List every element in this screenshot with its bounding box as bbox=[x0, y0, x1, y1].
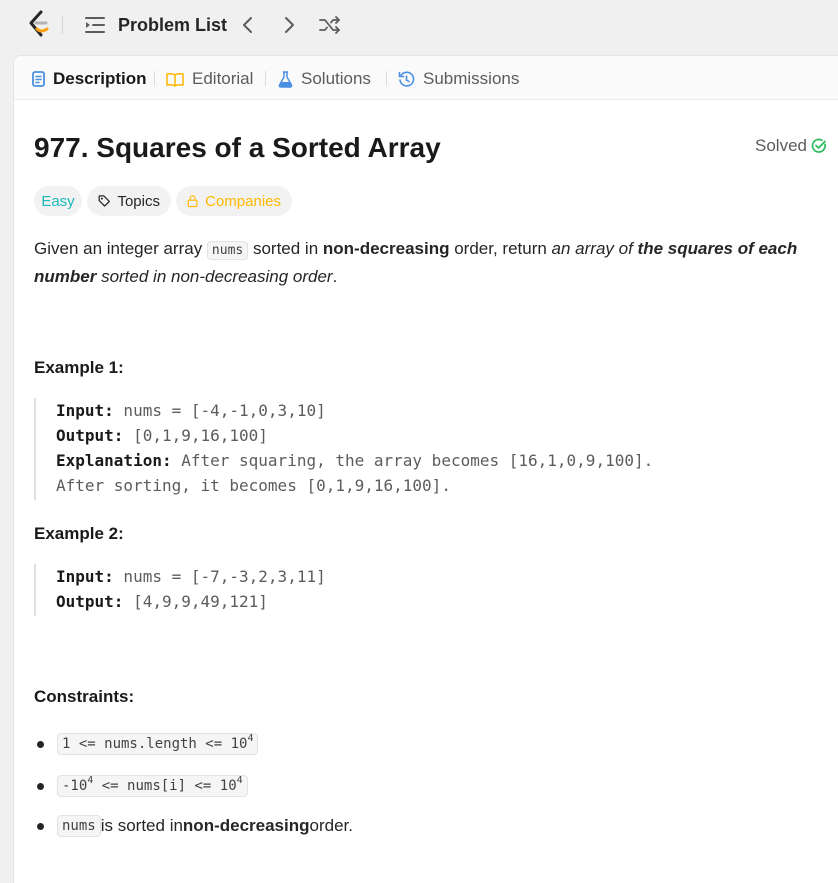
tab-solutions[interactable]: Solutions bbox=[278, 68, 371, 90]
constraints-heading: Constraints: bbox=[34, 687, 135, 706]
topics-label: Topics bbox=[117, 192, 160, 210]
tab-bar: Description Editorial Solutions Submissi… bbox=[14, 56, 838, 100]
bullet-dot bbox=[37, 740, 44, 748]
history-icon bbox=[398, 71, 415, 87]
topics-button[interactable]: Topics bbox=[87, 186, 171, 216]
lock-icon bbox=[187, 195, 198, 208]
constraint-item: nums is sorted in non-decreasing order. bbox=[34, 814, 353, 838]
output-value: [4,9,9,49,121] bbox=[123, 592, 268, 611]
bold-text: non-decreasing bbox=[322, 239, 450, 258]
input-value: nums = [-7,-3,2,3,11] bbox=[113, 567, 326, 586]
output-label: Output: bbox=[56, 592, 124, 611]
explanation-text: After squaring, the array becomes [16,1,… bbox=[171, 451, 654, 470]
book-icon bbox=[166, 72, 184, 87]
companies-button[interactable]: Companies bbox=[176, 186, 292, 216]
shuffle-icon[interactable] bbox=[318, 14, 342, 36]
list-icon[interactable] bbox=[84, 15, 106, 35]
text: is sorted in bbox=[100, 816, 183, 835]
chevron-right-icon[interactable] bbox=[279, 13, 299, 37]
text: sorted in bbox=[248, 239, 323, 258]
problem-title[interactable]: 977. Squares of a Sorted Array bbox=[34, 132, 441, 164]
superscript: 4 bbox=[236, 775, 243, 786]
text: order. bbox=[309, 816, 353, 835]
output-label: Output: bbox=[56, 426, 124, 445]
input-label: Input: bbox=[56, 567, 114, 586]
difficulty-badge: Easy bbox=[34, 186, 82, 216]
explanation-label: Explanation: bbox=[56, 451, 172, 470]
example-1-block: Input: nums = [-4,-1,0,3,10] Output: [0,… bbox=[34, 398, 814, 500]
flask-icon bbox=[278, 70, 293, 88]
logo-icon[interactable] bbox=[26, 10, 52, 38]
tab-label: Editorial bbox=[192, 69, 254, 88]
example-2-heading: Example 2: bbox=[34, 524, 124, 543]
code-text: <= nums[i] <= 10 bbox=[93, 778, 237, 794]
nav-divider bbox=[62, 16, 63, 34]
bullet-dot bbox=[37, 782, 44, 790]
tab-separator bbox=[265, 71, 266, 86]
tab-separator bbox=[154, 71, 155, 86]
example-2-block: Input: nums = [-7,-3,2,3,11] Output: [4,… bbox=[34, 564, 814, 616]
inline-code: nums bbox=[206, 241, 249, 260]
italic-text: an array of bbox=[551, 239, 638, 258]
italic-text: sorted in non-decreasing order bbox=[96, 267, 333, 286]
code-text: -10 bbox=[62, 778, 88, 794]
constraint-item: 1 <= nums.length <= 104 bbox=[34, 732, 259, 756]
bold-text: non-decreasing bbox=[182, 816, 310, 835]
text: . bbox=[332, 267, 338, 286]
tab-editorial[interactable]: Editorial bbox=[166, 68, 253, 90]
solved-label: Solved bbox=[755, 136, 807, 155]
text: Given an integer array bbox=[34, 239, 207, 258]
text: order, return bbox=[449, 239, 552, 258]
inline-code: nums bbox=[57, 815, 101, 837]
inline-code: -104 <= nums[i] <= 104 bbox=[57, 775, 248, 797]
document-icon bbox=[32, 71, 45, 87]
example-1-heading: Example 1: bbox=[34, 358, 124, 377]
tab-label: Description bbox=[53, 69, 147, 88]
solved-status: Solved bbox=[755, 136, 827, 156]
code-text: 1 <= nums.length <= 10 bbox=[62, 736, 248, 752]
problem-description: Given an integer array nums sorted in no… bbox=[34, 236, 824, 290]
problem-panel: Description Editorial Solutions Submissi… bbox=[13, 55, 838, 883]
problem-list-link[interactable]: Problem List bbox=[118, 15, 227, 36]
inline-code: 1 <= nums.length <= 104 bbox=[57, 733, 259, 755]
input-value: nums = [-4,-1,0,3,10] bbox=[113, 401, 326, 420]
top-nav: Problem List bbox=[0, 0, 838, 52]
output-value: [0,1,9,16,100] bbox=[123, 426, 268, 445]
tab-submissions[interactable]: Submissions bbox=[398, 68, 519, 90]
companies-label: Companies bbox=[205, 192, 281, 210]
tab-label: Solutions bbox=[301, 69, 371, 88]
superscript: 4 bbox=[247, 733, 254, 744]
tab-separator bbox=[386, 71, 387, 86]
tab-description[interactable]: Description bbox=[32, 68, 147, 90]
check-circle-icon bbox=[811, 138, 826, 153]
constraint-item: -104 <= nums[i] <= 104 bbox=[34, 774, 248, 798]
input-label: Input: bbox=[56, 401, 114, 420]
bullet-dot bbox=[37, 822, 44, 830]
explanation-text: After sorting, it becomes [0,1,9,16,100]… bbox=[56, 476, 451, 495]
tab-label: Submissions bbox=[423, 69, 520, 88]
tag-icon bbox=[98, 195, 110, 207]
chevron-left-icon[interactable] bbox=[238, 13, 258, 37]
